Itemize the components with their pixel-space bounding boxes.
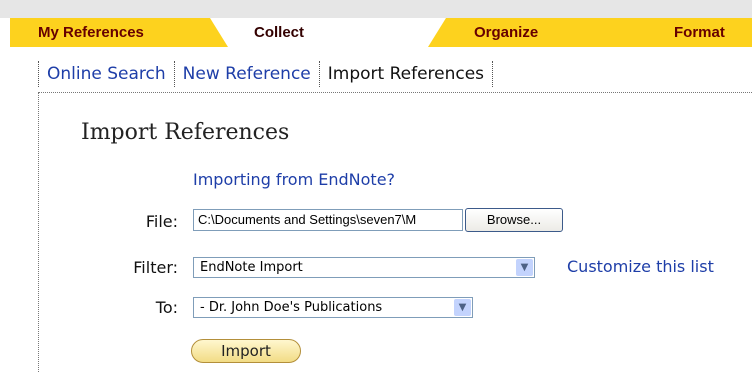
tab-collect[interactable]: Collect — [228, 18, 446, 47]
sub-navigation: Online Search New Reference Import Refer… — [38, 57, 501, 91]
subnav-separator — [492, 61, 494, 87]
file-label: File: — [145, 212, 178, 231]
filter-select-value: EndNote Import — [200, 260, 303, 275]
tab-organize-label: Organize — [474, 24, 539, 41]
destination-select[interactable]: - Dr. John Doe's Publications ▼ — [193, 297, 473, 318]
chevron-down-icon: ▼ — [454, 299, 471, 316]
page-title: Import References — [81, 120, 290, 145]
chevron-down-icon: ▼ — [516, 259, 533, 276]
browse-button[interactable]: Browse... — [465, 208, 563, 232]
filter-select[interactable]: EndNote Import ▼ — [193, 257, 535, 278]
endnote-import-link[interactable]: Importing from EndNote? — [193, 170, 395, 189]
top-strip — [0, 0, 752, 18]
tab-collect-label: Collect — [254, 24, 305, 41]
content-divider-horizontal — [38, 92, 752, 93]
tab-format[interactable]: Format — [650, 18, 752, 47]
customize-list-link[interactable]: Customize this list — [567, 257, 714, 276]
subnav-separator — [173, 61, 175, 87]
subnav-separator — [318, 61, 320, 87]
to-label: To: — [155, 298, 178, 317]
tab-organize[interactable]: Organize — [428, 18, 666, 47]
tab-my-references-label: My References — [38, 24, 144, 41]
destination-select-value: - Dr. John Doe's Publications — [200, 300, 383, 315]
file-path-input[interactable]: C:\Documents and Settings\seven7\M — [193, 209, 463, 231]
tab-my-references[interactable]: My References — [10, 18, 228, 47]
content-divider-vertical — [38, 92, 39, 372]
subnav-new-reference[interactable]: New Reference — [183, 64, 311, 84]
main-tabbar: My References Collect Organize Format — [0, 18, 752, 47]
subnav-import-references[interactable]: Import References — [328, 64, 484, 84]
subnav-online-search[interactable]: Online Search — [47, 64, 166, 84]
subnav-separator — [38, 61, 39, 87]
filter-label: Filter: — [133, 258, 178, 277]
tab-format-label: Format — [674, 24, 725, 41]
import-button[interactable]: Import — [191, 339, 301, 363]
